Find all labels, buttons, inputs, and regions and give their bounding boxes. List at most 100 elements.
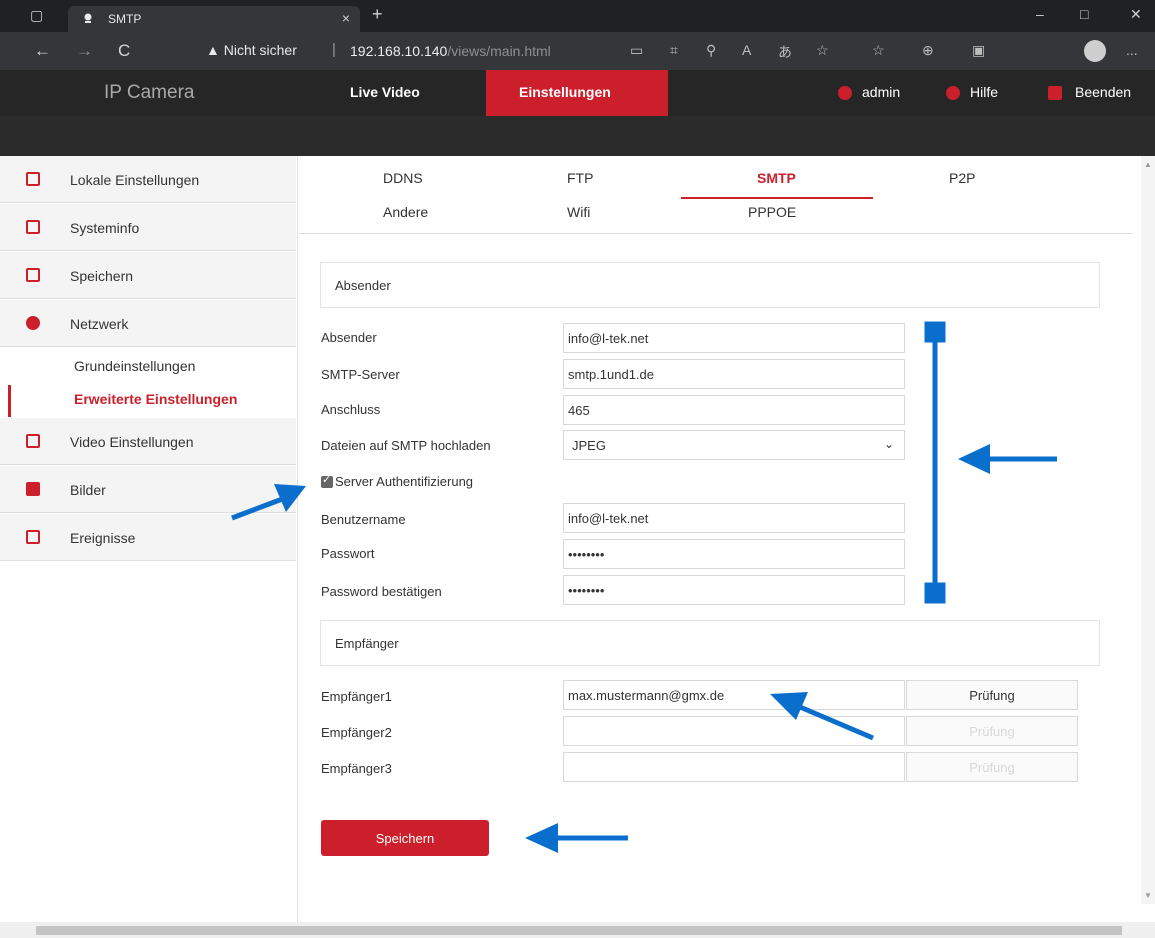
header-user[interactable]: admin [862,84,900,100]
recipient2-label: Empfänger2 [321,725,392,740]
read-aloud-icon[interactable]: A [742,42,751,58]
url-separator: | [332,41,336,58]
vertical-scrollbar[interactable]: ▲ ▼ [1141,156,1155,904]
camera-favicon-icon [82,12,94,24]
password-confirm-label: Password bestätigen [321,584,442,599]
sidebar-item-network[interactable]: Netzwerk [0,300,296,347]
header-help[interactable]: Hilfe [970,84,998,100]
tab-ddns[interactable]: DDNS [383,170,423,186]
tab-p2p[interactable]: P2P [949,170,975,186]
nav-settings[interactable]: Einstellungen [519,84,611,100]
minimize-icon[interactable]: – [1036,6,1044,22]
event-icon [26,530,40,544]
horizontal-scrollbar[interactable] [0,922,1155,938]
maximize-icon[interactable]: □ [1080,6,1088,22]
info-icon [26,220,40,234]
tab-title: SMTP [108,12,142,26]
password-field[interactable] [563,539,905,569]
recipient1-test-button[interactable]: Prüfung [906,680,1078,710]
smtp-server-label: SMTP-Server [321,367,400,382]
image-icon [26,482,40,496]
tab-wifi[interactable]: Wifi [567,204,590,220]
password-confirm-field[interactable] [563,575,905,605]
security-warning[interactable]: ▲ Nicht sicher [206,42,297,58]
tab-smtp-underline [681,197,873,199]
tab-actions-icon[interactable]: ▢ [30,7,43,24]
header-logout[interactable]: Beenden [1075,84,1131,100]
port-field[interactable] [563,395,905,425]
sidebar-item-label: Speichern [70,268,134,284]
browser-tab-bar: ▢ SMTP × + – □ ✕ [0,0,1155,32]
scroll-up-icon[interactable]: ▲ [1144,160,1152,169]
sidebar-item-label: Netzwerk [70,316,129,332]
sidebar-item-local-settings[interactable]: Lokale Einstellungen [0,156,296,203]
horizontal-scrollbar-thumb[interactable] [36,926,1122,935]
address-bar: ← → C ▲ Nicht sicher | 192.168.10.140/vi… [0,32,1155,70]
sidebar-item-label: Lokale Einstellungen [70,172,200,188]
sidebar-item-label: Ereignisse [70,530,136,546]
recipient3-field[interactable] [563,752,905,782]
recipient-section-header: Empfänger [320,620,1100,666]
recipient1-field[interactable] [563,680,905,710]
help-icon [946,86,960,100]
qr-icon[interactable]: ⌗ [670,42,678,59]
logout-icon [1048,86,1062,100]
smtp-settings-panel: DDNS FTP SMTP P2P Andere Wifi PPPOE Abse… [299,156,1141,904]
translate-icon[interactable]: あ [778,42,792,62]
new-tab-button[interactable]: + [372,4,383,25]
upload-select-value: JPEG [572,438,606,453]
tab-close-icon[interactable]: × [342,10,350,26]
recipient3-test-button[interactable]: Prüfung [906,752,1078,782]
sidebar-item-events[interactable]: Ereignisse [0,514,296,561]
url-field[interactable]: 192.168.10.140/views/main.html [350,43,551,59]
window-close-icon[interactable]: ✕ [1130,6,1142,23]
monitor-icon [26,172,40,186]
security-warning-label: Nicht sicher [223,42,297,58]
favorites-bar-icon[interactable]: ☆ [872,42,885,59]
sidebar-sub-basic[interactable]: Grundeinstellungen [74,358,195,374]
sidebar-item-label: Bilder [70,482,106,498]
collections-icon[interactable]: ⊕ [922,42,934,59]
username-field[interactable] [563,503,905,533]
reload-icon[interactable]: C [118,41,130,61]
profile-avatar[interactable] [1084,40,1106,62]
auth-label: Server Authentifizierung [335,474,474,489]
sender-section-title: Absender [335,278,391,293]
upload-select[interactable]: JPEG ⌄ [563,430,905,460]
app-header: IP Camera Live Video Einstellungen admin… [0,70,1155,156]
save-button[interactable]: Speichern [321,820,489,856]
browser-tab[interactable]: SMTP × [68,6,360,32]
tab-andere[interactable]: Andere [383,204,428,220]
tab-smtp[interactable]: SMTP [757,170,796,186]
favorite-icon[interactable]: ☆ [816,42,829,59]
smtp-server-field[interactable] [563,359,905,389]
upload-label: Dateien auf SMTP hochladen [321,438,491,453]
sidebar-item-video[interactable]: Video Einstellungen [0,418,296,465]
key-icon[interactable]: ⚲ [706,42,716,59]
recipient2-test-button[interactable]: Prüfung [906,716,1078,746]
sidebar-item-images[interactable]: Bilder [0,466,296,513]
scroll-down-icon[interactable]: ▼ [1144,891,1152,900]
url-path: /views/main.html [447,43,551,59]
sidebar-sub-advanced[interactable]: Erweiterte Einstellungen [74,391,237,407]
more-menu-icon[interactable]: ... [1126,42,1138,58]
recipient-section-title: Empfänger [335,636,399,651]
brand-title: IP Camera [104,82,195,103]
reader-icon[interactable]: ▭ [630,42,643,59]
sender-field[interactable] [563,323,905,353]
tab-pppoe[interactable]: PPPOE [748,204,796,220]
back-icon[interactable]: ← [34,41,51,61]
sidebar-item-storage[interactable]: Speichern [0,252,296,299]
url-host: 192.168.10.140 [350,43,448,59]
password-label: Passwort [321,546,375,561]
auth-checkbox[interactable] [321,473,333,488]
sidebar-item-systeminfo[interactable]: Systeminfo [0,204,296,251]
content-horizontal-scrollbar[interactable] [299,904,1141,920]
user-icon [838,86,852,100]
forward-icon[interactable]: → [76,41,93,61]
tab-ftp[interactable]: FTP [567,170,593,186]
recipient2-field[interactable] [563,716,905,746]
nav-live-video[interactable]: Live Video [350,84,420,100]
screenshot-icon[interactable]: ▣ [972,42,985,59]
globe-icon [26,316,40,330]
